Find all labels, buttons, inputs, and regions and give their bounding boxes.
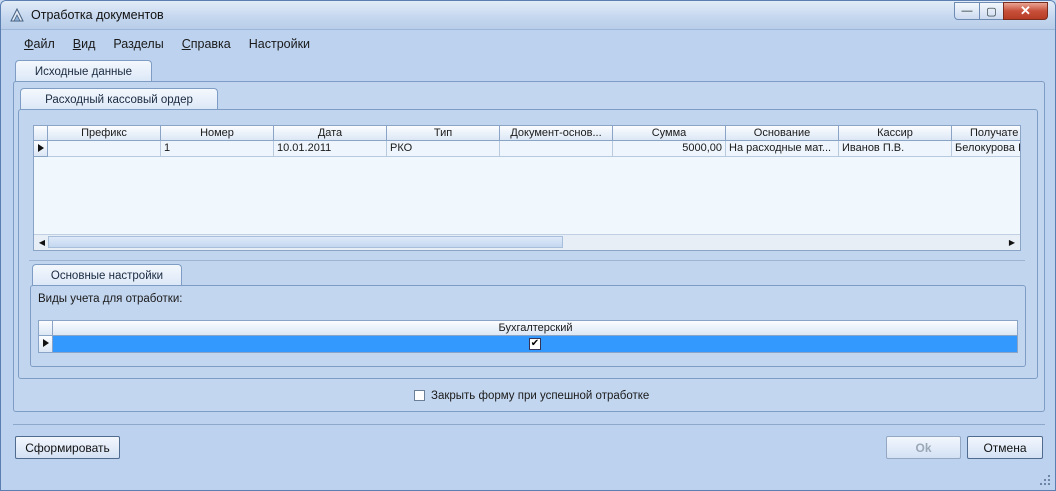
scroll-right-icon[interactable]: ▶ (1007, 237, 1017, 247)
resize-grip-icon[interactable] (1039, 474, 1051, 486)
scroll-thumb[interactable] (48, 236, 563, 248)
horizontal-scrollbar[interactable]: ◀ ▶ (34, 234, 1020, 250)
col-header-prefix[interactable]: Префикс (48, 126, 161, 141)
current-row-arrow-icon (38, 144, 44, 152)
menu-help-accel: С (181, 37, 191, 51)
current-row-arrow-icon (43, 339, 49, 347)
cell-basis[interactable]: На расходные мат... (726, 141, 839, 157)
accounting-checkbox[interactable]: ✔ (529, 338, 541, 350)
col-header-number[interactable]: Номер (161, 126, 274, 141)
cell-date[interactable]: 10.01.2011 (274, 141, 387, 157)
accounting-types-label: Виды учета для отработки: (38, 293, 183, 305)
cell-sum[interactable]: 5000,00 (613, 141, 726, 157)
cell-cashier[interactable]: Иванов П.В. (839, 141, 952, 157)
menu-file-label: айл (33, 37, 55, 51)
minimize-button[interactable]: — (954, 2, 980, 20)
menu-view-label: ид (81, 37, 96, 51)
col-header-sum[interactable]: Сумма (613, 126, 726, 141)
close-on-success-checkbox[interactable] (414, 390, 425, 401)
col-header-basis[interactable]: Основание (726, 126, 839, 141)
maximize-icon: ▢ (986, 5, 997, 18)
grid-corner (39, 321, 53, 336)
menu-settings-label: Настройки (248, 37, 311, 51)
close-on-success-label: Закрыть форму при успешной отработке (431, 390, 650, 402)
tab-source-data[interactable]: Исходные данные (15, 60, 152, 82)
tab-cash-order[interactable]: Расходный кассовый ордер (20, 88, 218, 110)
bottom-divider (13, 424, 1045, 425)
cell-recipient[interactable]: Белокурова В (952, 141, 1020, 157)
cell-type[interactable]: РКО (387, 141, 500, 157)
maximize-button[interactable]: ▢ (979, 2, 1004, 20)
col-header-cashier[interactable]: Кассир (839, 126, 952, 141)
col-header-recipient[interactable]: Получате (952, 126, 1020, 141)
ok-button[interactable]: Ok (886, 436, 961, 459)
divider (29, 260, 1025, 261)
generate-button[interactable]: Сформировать (15, 436, 120, 459)
menu-sections-label: Разделы (113, 37, 164, 51)
cancel-button[interactable]: Отмена (967, 436, 1043, 459)
documents-grid[interactable]: Префикс Номер Дата Тип Документ-основ...… (33, 125, 1021, 251)
accounting-types-grid[interactable]: Бухгалтерский ✔ (38, 320, 1018, 353)
menu-view[interactable]: Вид (64, 34, 105, 54)
menu-help-label: правка (190, 37, 231, 51)
col-header-base-doc[interactable]: Документ-основ... (500, 126, 613, 141)
row-indicator (39, 336, 53, 352)
window-title: Отработка документов (31, 8, 164, 22)
menu-file-accel: Ф (24, 37, 34, 51)
app-icon (10, 7, 24, 22)
cell-prefix[interactable] (48, 141, 161, 157)
close-icon: ✕ (1020, 3, 1031, 18)
menu-sections[interactable]: Разделы (104, 34, 172, 54)
title-bar[interactable]: Отработка документов — ▢ ✕ (1, 1, 1055, 30)
row-indicator (34, 141, 48, 157)
cell-number[interactable]: 1 (161, 141, 274, 157)
main-window: Отработка документов — ▢ ✕ Файл Вид Разд… (0, 0, 1056, 491)
menu-help[interactable]: Справка (173, 34, 240, 54)
scroll-left-icon[interactable]: ◀ (37, 237, 47, 247)
menu-file[interactable]: Файл (15, 34, 64, 54)
table-row[interactable]: ✔ (53, 336, 1017, 352)
col-header-type[interactable]: Тип (387, 126, 500, 141)
menu-bar: Файл Вид Разделы Справка Настройки (15, 34, 319, 54)
cell-base-doc[interactable] (500, 141, 613, 157)
menu-view-accel: В (72, 37, 82, 51)
grid-corner (34, 126, 48, 141)
col-header-date[interactable]: Дата (274, 126, 387, 141)
tab-main-settings[interactable]: Основные настройки (32, 264, 182, 286)
col-header-accounting[interactable]: Бухгалтерский (53, 321, 1017, 336)
menu-settings[interactable]: Настройки (240, 34, 319, 54)
close-button[interactable]: ✕ (1003, 2, 1048, 20)
minimize-icon: — (961, 5, 973, 17)
